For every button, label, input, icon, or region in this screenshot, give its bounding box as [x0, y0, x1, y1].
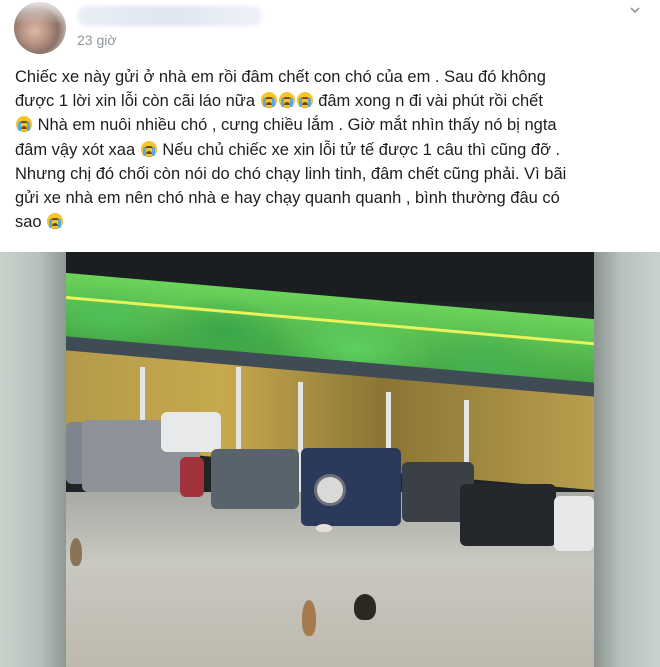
loudly-crying-face-icon	[140, 140, 157, 157]
post-text-line: gửi xe nhà em nên chó nhà e hay chạy qua…	[15, 189, 560, 208]
avatar[interactable]	[14, 2, 66, 54]
loudly-crying-face-icon	[16, 116, 32, 133]
chevron-down-icon	[630, 7, 640, 14]
brown-dog	[302, 600, 316, 636]
post-text-line: Nhưng chị đó chối còn nói do chó chạy li…	[15, 164, 567, 183]
post-text-line: đâm vậy xót xaa Nếu chủ chiếc xe xin lỗi…	[15, 140, 561, 159]
video-player[interactable]	[0, 252, 660, 667]
loudly-crying-face-icon	[260, 92, 277, 109]
video-blur-side-right	[594, 252, 660, 667]
post-text-line: Nhà em nuôi nhiều chó , cưng chiều lắm .…	[15, 113, 645, 137]
white-car-back	[161, 412, 221, 452]
post-text: Chiếc xe này gửi ở nhà em rồi đâm chết c…	[15, 65, 645, 234]
loudly-crying-face-icon	[47, 213, 64, 230]
grey-pickup	[211, 449, 299, 509]
post-timestamp[interactable]: 23 giờ	[77, 32, 117, 48]
post-text-line: được 1 lời xin lỗi còn cãi láo nữa đâm x…	[15, 92, 543, 111]
black-dog	[354, 594, 376, 620]
cctv-video-frame[interactable]	[66, 252, 594, 667]
white-car-right	[554, 496, 594, 551]
post-menu-button[interactable]	[620, 0, 650, 20]
loudly-crying-face-icon	[278, 92, 295, 109]
spare-tire	[314, 474, 346, 506]
facebook-post: 23 giờ Chiếc xe này gửi ở nhà em rồi đâm…	[0, 0, 660, 667]
dog-left-edge	[70, 538, 82, 566]
black-sedan	[460, 484, 556, 546]
post-header: 23 giờ	[0, 0, 660, 60]
author-name-blurred[interactable]	[78, 6, 262, 26]
post-text-line: sao	[15, 210, 645, 234]
loudly-crying-face-icon	[296, 92, 313, 109]
small-white-dog	[316, 524, 332, 532]
motorbike	[180, 457, 204, 497]
video-blur-side-left	[0, 252, 66, 667]
post-text-line: Chiếc xe này gửi ở nhà em rồi đâm chết c…	[15, 68, 546, 86]
